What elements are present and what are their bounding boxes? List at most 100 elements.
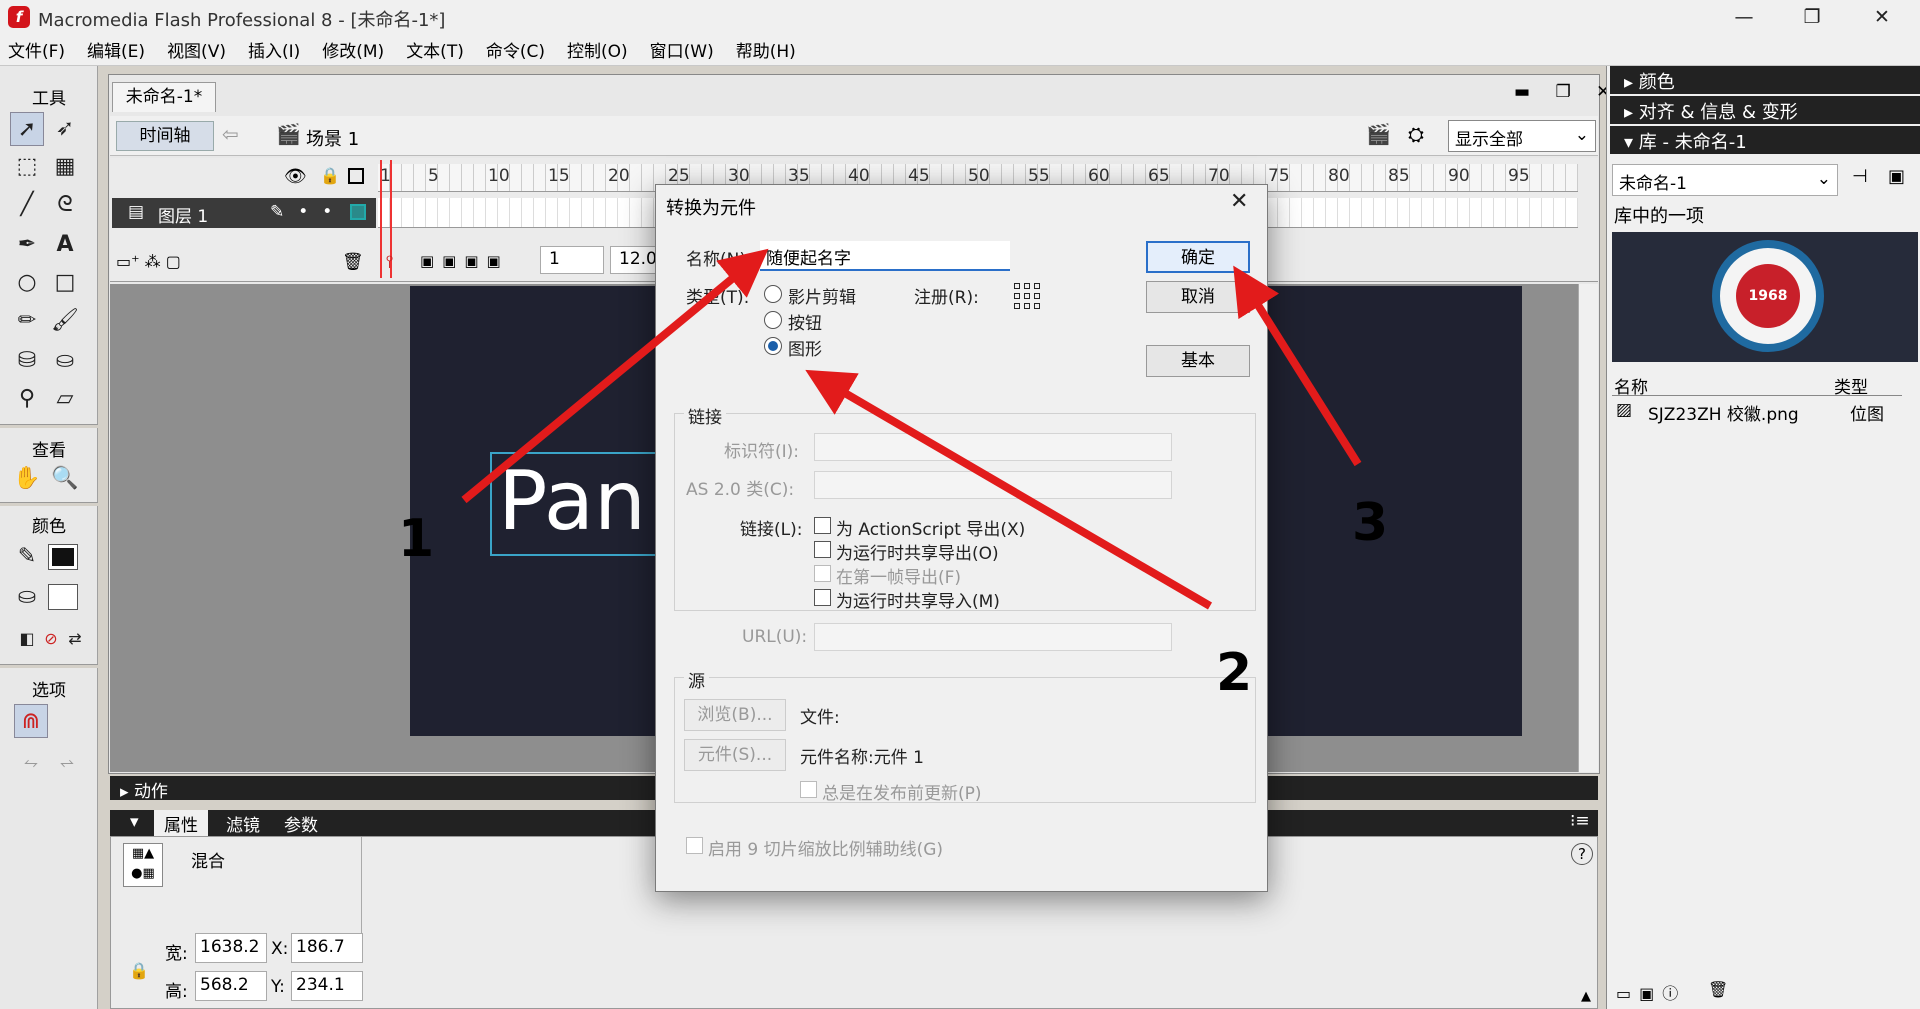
tab-parameters[interactable]: 参数 (284, 811, 318, 836)
library-panel-header[interactable]: ▾ 库 - 未命名-1 (1610, 126, 1920, 154)
nine-slice-checkbox[interactable] (686, 837, 703, 854)
col-name[interactable]: 名称 (1614, 373, 1648, 398)
document-controls[interactable]: ▬ ❐ ✕ (1514, 82, 1620, 102)
lock-icon[interactable]: 🔒 (320, 166, 340, 185)
cancel-button[interactable]: 取消 (1146, 281, 1250, 313)
panel-menu-icon[interactable]: ⁝≡ (1570, 811, 1590, 831)
stage-scrollbar[interactable] (1578, 284, 1598, 772)
text-tool-icon[interactable]: A (48, 228, 82, 262)
collapse-down-icon[interactable]: ▾ (130, 812, 139, 832)
menu-help[interactable]: 帮助(H) (736, 37, 796, 62)
pen-tool-icon[interactable]: ✒ (10, 228, 44, 262)
radio-movie-clip[interactable] (764, 285, 782, 303)
symbol-button[interactable]: 元件(S)... (684, 739, 786, 771)
lock-ratio-icon[interactable]: 🔒 (129, 961, 149, 980)
x-field[interactable]: 186.7 (291, 933, 363, 963)
add-layer-icon[interactable]: ▭⁺ ⁂ ▢ (116, 252, 181, 271)
fill-color-swatch[interactable] (48, 584, 78, 610)
pencil-tool-icon[interactable]: ✏ (10, 304, 44, 338)
menu-text[interactable]: 文本(T) (406, 37, 464, 62)
menu-window[interactable]: 窗口(W) (650, 37, 714, 62)
oval-tool-icon[interactable]: ○ (10, 266, 44, 300)
ok-button[interactable]: 确定 (1146, 241, 1250, 273)
export-actionscript-checkbox[interactable] (814, 517, 831, 534)
always-update-checkbox[interactable] (800, 781, 817, 798)
rectangle-tool-icon[interactable]: □ (48, 266, 82, 300)
ink-bottle-icon[interactable]: ⛁ (10, 344, 44, 378)
library-item[interactable]: ▨ SJZ23ZH 校徽.png 位图 (1612, 398, 1902, 426)
edit-symbol-icon[interactable]: ⛭ (1408, 122, 1424, 146)
pin-library-icon[interactable]: ⊣ (1852, 166, 1868, 187)
free-transform-icon[interactable]: ⬚ (10, 150, 44, 184)
as2-class-input[interactable] (814, 471, 1172, 499)
y-field[interactable]: 234.1 (291, 971, 363, 1001)
layer-states[interactable]: ✎•• (270, 202, 346, 222)
edit-scene-icon[interactable]: 🎬 (1366, 122, 1391, 146)
lasso-tool-icon[interactable]: ᘓ (48, 188, 82, 222)
tab-filters[interactable]: 滤镜 (226, 811, 260, 836)
name-input[interactable]: 随便起名字 (760, 241, 1010, 271)
delete-layer-icon[interactable]: 🗑 (342, 252, 364, 272)
library-bottom-icons[interactable]: ▭▣ⓘ (1616, 980, 1686, 1004)
paint-bucket-icon[interactable]: ⛀ (48, 344, 82, 378)
close-button[interactable]: ✕ (1854, 2, 1910, 32)
new-library-icon[interactable]: ▣ (1888, 166, 1905, 187)
timeline-toggle-button[interactable]: 时间轴 (116, 121, 214, 151)
brush-tool-icon[interactable]: 🖌 (48, 304, 82, 338)
tab-properties[interactable]: 属性 (154, 810, 208, 836)
stroke-color-icon[interactable]: ✎ (10, 540, 44, 574)
hand-tool-icon[interactable]: ✋ (10, 462, 44, 496)
center-frame-icon[interactable]: ⫯ (386, 252, 393, 272)
onion-skin-icons[interactable]: ▣▣▣▣ (420, 252, 509, 270)
layer-outline-color[interactable] (350, 204, 366, 220)
radio-button[interactable] (764, 311, 782, 329)
minimize-button[interactable]: — (1716, 2, 1772, 32)
swap-colors-icon[interactable]: ⇄ (58, 622, 92, 656)
eye-icon[interactable]: 👁 (284, 166, 307, 187)
eyedropper-icon[interactable]: ⚲ (10, 382, 44, 416)
menu-insert[interactable]: 插入(I) (248, 37, 300, 62)
identifier-input[interactable] (814, 433, 1172, 461)
menu-control[interactable]: 控制(O) (567, 37, 628, 62)
restore-button[interactable]: ❐ (1784, 2, 1840, 32)
expand-arrow-icon[interactable]: ▲ (1581, 989, 1591, 1004)
outline-icon[interactable] (348, 168, 364, 184)
radio-graphic[interactable] (764, 337, 782, 355)
align-panel-header[interactable]: ▸ 对齐 & 信息 & 变形 (1610, 96, 1920, 124)
stage-text-object[interactable]: Pan (490, 452, 660, 556)
registration-grid-icon[interactable] (1014, 283, 1040, 309)
eraser-icon[interactable]: ▱ (48, 382, 82, 416)
scene-label[interactable]: 场景 1 (306, 125, 359, 151)
back-arrow-icon[interactable]: ⇦ (222, 122, 239, 146)
export-first-frame-checkbox[interactable] (814, 565, 831, 582)
height-field[interactable]: 568.2 (195, 971, 267, 1001)
fill-transform-icon[interactable]: ▦ (48, 150, 82, 184)
col-type[interactable]: 类型 (1834, 373, 1868, 398)
menu-edit[interactable]: 编辑(E) (87, 37, 145, 62)
menu-file[interactable]: 文件(F) (8, 37, 65, 62)
import-runtime-checkbox[interactable] (814, 589, 831, 606)
export-runtime-checkbox[interactable] (814, 541, 831, 558)
color-panel-header[interactable]: ▸ 颜色 (1610, 66, 1920, 94)
line-tool-icon[interactable]: ╱ (10, 188, 44, 222)
library-delete-icon[interactable]: 🗑 (1708, 980, 1728, 999)
smooth-icon[interactable]: ⥊ (14, 746, 48, 780)
straighten-icon[interactable]: ⥋ (50, 746, 84, 780)
menu-modify[interactable]: 修改(M) (322, 37, 384, 62)
url-input[interactable] (814, 623, 1172, 651)
zoom-select[interactable]: 显示全部 ⌄ (1448, 120, 1596, 152)
help-icon[interactable]: ? (1571, 843, 1593, 865)
snap-magnet-icon[interactable]: ⋒ (14, 704, 48, 738)
menu-view[interactable]: 视图(V) (167, 37, 226, 62)
fill-color-icon[interactable]: ⛀ (10, 580, 44, 614)
zoom-tool-icon[interactable]: 🔍 (48, 462, 82, 496)
library-select[interactable]: 未命名-1 ⌄ (1612, 164, 1838, 196)
stroke-color-swatch[interactable] (48, 544, 78, 570)
menu-commands[interactable]: 命令(C) (486, 37, 545, 62)
subselect-tool-icon[interactable]: ➶ (48, 112, 82, 146)
width-field[interactable]: 1638.2 (195, 933, 267, 963)
document-tab[interactable]: 未命名-1* (112, 82, 216, 112)
browse-button[interactable]: 浏览(B)... (684, 699, 786, 731)
dialog-close-icon[interactable]: ✕ (1230, 189, 1248, 214)
arrow-tool-icon[interactable]: ➚ (10, 112, 44, 146)
